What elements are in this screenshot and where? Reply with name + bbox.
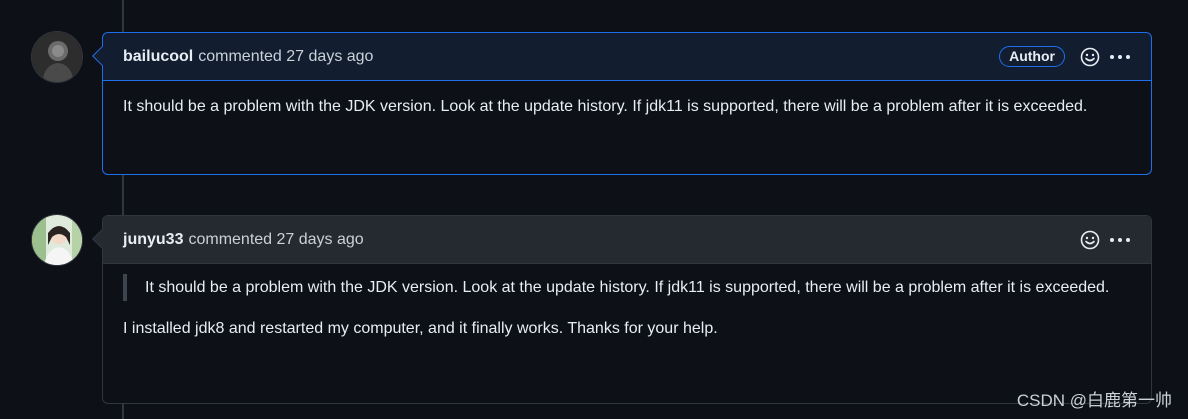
comment-text: I installed jdk8 and restarted my comput…: [123, 320, 718, 337]
comment-card: bailucool commented 27 days ago Author I…: [92, 32, 1152, 175]
kebab-horizontal-icon[interactable]: [1109, 229, 1131, 251]
comment-timestamp[interactable]: commented 27 days ago: [198, 48, 373, 66]
avatar-image: [32, 32, 82, 82]
smiley-icon[interactable]: [1079, 229, 1101, 251]
comment-timestamp[interactable]: commented 27 days ago: [188, 231, 363, 249]
comment-body: It should be a problem with the JDK vers…: [103, 264, 1151, 356]
comment-text: It should be a problem with the JDK vers…: [123, 98, 1088, 115]
comment-author-link[interactable]: bailucool: [123, 48, 193, 66]
avatar[interactable]: [31, 31, 83, 83]
avatar[interactable]: [31, 214, 83, 266]
comment-author-link[interactable]: junyu33: [123, 231, 183, 249]
author-badge: Author: [999, 46, 1065, 67]
comment-pointer: [92, 229, 112, 249]
comment-header: junyu33 commented 27 days ago: [92, 216, 1151, 264]
comment-card: junyu33 commented 27 days ago It should …: [92, 215, 1152, 404]
comment-pointer: [92, 46, 112, 66]
comment-body: It should be a problem with the JDK vers…: [103, 81, 1151, 134]
blockquote: It should be a problem with the JDK vers…: [123, 274, 1131, 301]
smiley-icon[interactable]: [1079, 46, 1101, 68]
watermark: CSDN @白鹿第一帅: [1016, 391, 1172, 410]
comment-header: bailucool commented 27 days ago Author: [92, 33, 1151, 81]
kebab-horizontal-icon[interactable]: [1109, 46, 1131, 68]
avatar-image: [32, 215, 82, 265]
